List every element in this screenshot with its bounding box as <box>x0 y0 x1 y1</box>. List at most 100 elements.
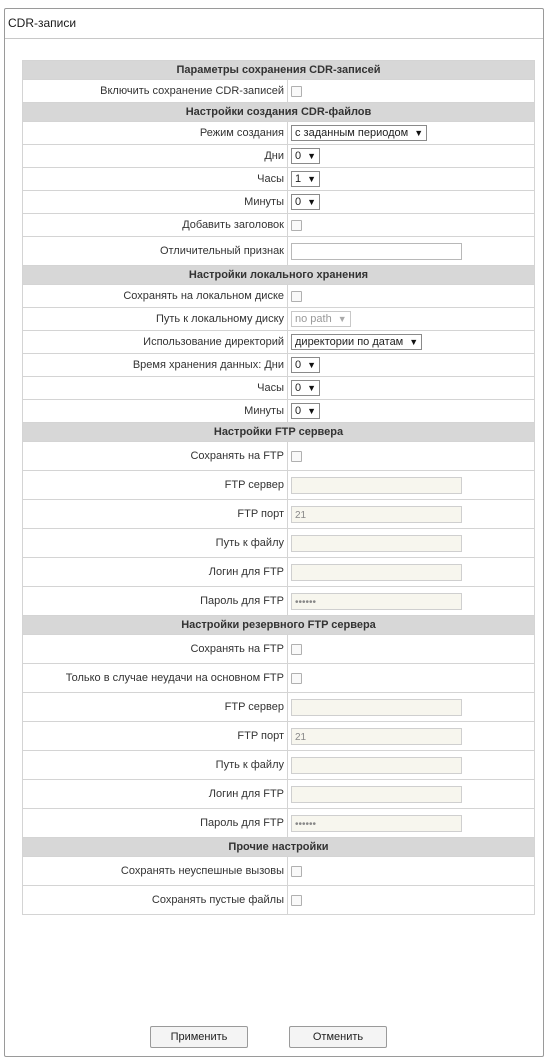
apply-button[interactable]: Применить <box>150 1026 248 1048</box>
minutes-label: Минуты <box>22 190 288 214</box>
retention-days-label: Время хранения данных: Дни <box>22 353 288 377</box>
backup-file-path-label: Путь к файлу <box>22 750 288 780</box>
sign-label: Отличительный признак <box>22 236 288 266</box>
save-failed-calls-label: Сохранять неуспешные вызовы <box>22 856 288 886</box>
ftp-server-input[interactable] <box>291 476 462 494</box>
dir-usage-label: Использование директорий <box>22 330 288 354</box>
enable-cdr-checkbox[interactable] <box>291 85 302 97</box>
local-path-label: Путь к локальному диску <box>22 307 288 331</box>
backup-save-ftp-checkbox[interactable] <box>291 643 302 655</box>
hours-label: Часы <box>22 167 288 191</box>
section-header-save-params: Параметры сохранения CDR-записей <box>22 60 535 80</box>
add-header-checkbox[interactable] <box>291 219 302 231</box>
save-ftp-label: Сохранять на FTP <box>22 441 288 471</box>
row-retention-hours: Часы 0 ▼ <box>22 376 535 400</box>
chevron-down-icon: ▼ <box>307 406 317 416</box>
row-backup-file-path: Путь к файлу <box>22 750 535 780</box>
row-save-failed-calls: Сохранять неуспешные вызовы <box>22 856 535 886</box>
panel-title: CDR-записи <box>8 16 77 30</box>
row-retention-days: Время хранения данных: Дни 0 ▼ <box>22 353 535 377</box>
row-ftp-server: FTP сервер <box>22 470 535 500</box>
row-local-path: Путь к локальному диску no path ▼ <box>22 307 535 331</box>
ftp-login-input[interactable] <box>291 563 462 581</box>
save-empty-files-label: Сохранять пустые файлы <box>22 885 288 915</box>
save-failed-calls-checkbox[interactable] <box>291 865 302 877</box>
chevron-down-icon: ▼ <box>307 151 317 161</box>
row-add-header: Добавить заголовок <box>22 213 535 237</box>
backup-ftp-port-input[interactable]: 21 <box>291 727 462 745</box>
row-backup-ftp-port: FTP порт 21 <box>22 721 535 751</box>
ftp-login-label: Логин для FTP <box>22 557 288 587</box>
only-on-fail-checkbox[interactable] <box>291 672 302 684</box>
chevron-down-icon: ▼ <box>414 128 424 138</box>
only-on-fail-label: Только в случае неудачи на основном FTP <box>22 663 288 693</box>
days-select[interactable]: 0 ▼ <box>291 148 321 164</box>
ftp-port-input[interactable]: 21 <box>291 505 462 523</box>
ftp-file-path-input[interactable] <box>291 534 462 552</box>
add-header-label: Добавить заголовок <box>22 213 288 237</box>
retention-days-select[interactable]: 0 ▼ <box>291 357 321 373</box>
retention-minutes-label: Минуты <box>22 399 288 423</box>
days-label: Дни <box>22 144 288 168</box>
ftp-server-label: FTP сервер <box>22 470 288 500</box>
save-local-checkbox[interactable] <box>291 290 302 302</box>
retention-minutes-select[interactable]: 0 ▼ <box>291 403 321 419</box>
row-ftp-port: FTP порт 21 <box>22 499 535 529</box>
backup-login-label: Логин для FTP <box>22 779 288 809</box>
row-hours: Часы 1 ▼ <box>22 167 535 191</box>
row-only-on-fail: Только в случае неудачи на основном FTP <box>22 663 535 693</box>
ftp-password-input[interactable]: •••••• <box>291 592 462 610</box>
chevron-down-icon: ▼ <box>307 174 317 184</box>
backup-login-input[interactable] <box>291 785 462 803</box>
ftp-file-path-label: Путь к файлу <box>22 528 288 558</box>
row-dir-usage: Использование директорий директории по д… <box>22 330 535 354</box>
chevron-down-icon: ▼ <box>307 197 317 207</box>
row-backup-ftp-server: FTP сервер <box>22 692 535 722</box>
row-mode: Режим создания с заданным периодом ▼ <box>22 121 535 145</box>
section-header-local-storage: Настройки локального хранения <box>22 265 535 285</box>
ftp-port-label: FTP порт <box>22 499 288 529</box>
row-save-empty-files: Сохранять пустые файлы <box>22 885 535 915</box>
row-enable-cdr: Включить сохранение CDR-записей <box>22 79 535 103</box>
backup-ftp-server-input[interactable] <box>291 698 462 716</box>
row-save-ftp: Сохранять на FTP <box>22 441 535 471</box>
chevron-down-icon: ▼ <box>307 360 317 370</box>
local-path-select[interactable]: no path ▼ <box>291 311 351 327</box>
cancel-button[interactable]: Отменить <box>289 1026 387 1048</box>
section-header-other: Прочие настройки <box>22 837 535 857</box>
row-save-local: Сохранять на локальном диске <box>22 284 535 308</box>
row-minutes: Минуты 0 ▼ <box>22 190 535 214</box>
backup-save-ftp-label: Сохранять на FTP <box>22 634 288 664</box>
row-backup-login: Логин для FTP <box>22 779 535 809</box>
title-divider <box>5 38 543 39</box>
save-empty-files-checkbox[interactable] <box>291 894 302 906</box>
section-header-ftp-server: Настройки FTP сервера <box>22 422 535 442</box>
section-header-backup-ftp: Настройки резервного FTP сервера <box>22 615 535 635</box>
backup-ftp-port-label: FTP порт <box>22 721 288 751</box>
retention-hours-select[interactable]: 0 ▼ <box>291 380 321 396</box>
chevron-down-icon: ▼ <box>337 314 347 324</box>
row-days: Дни 0 ▼ <box>22 144 535 168</box>
backup-file-path-input[interactable] <box>291 756 462 774</box>
row-backup-save-ftp: Сохранять на FTP <box>22 634 535 664</box>
save-local-label: Сохранять на локальном диске <box>22 284 288 308</box>
chevron-down-icon: ▼ <box>409 337 419 347</box>
minutes-select[interactable]: 0 ▼ <box>291 194 321 210</box>
save-ftp-checkbox[interactable] <box>291 450 302 462</box>
ftp-password-label: Пароль для FTP <box>22 586 288 616</box>
row-ftp-password: Пароль для FTP •••••• <box>22 586 535 616</box>
backup-password-label: Пароль для FTP <box>22 808 288 838</box>
backup-ftp-server-label: FTP сервер <box>22 692 288 722</box>
backup-password-input[interactable]: •••••• <box>291 814 462 832</box>
row-retention-minutes: Минуты 0 ▼ <box>22 399 535 423</box>
row-sign: Отличительный признак <box>22 236 535 266</box>
row-ftp-login: Логин для FTP <box>22 557 535 587</box>
hours-select[interactable]: 1 ▼ <box>291 171 321 187</box>
dir-usage-select[interactable]: директории по датам ▼ <box>291 334 423 350</box>
row-ftp-file-path: Путь к файлу <box>22 528 535 558</box>
section-header-file-settings: Настройки создания CDR-файлов <box>22 102 535 122</box>
sign-input[interactable] <box>291 242 462 260</box>
retention-hours-label: Часы <box>22 376 288 400</box>
enable-cdr-label: Включить сохранение CDR-записей <box>22 79 288 103</box>
mode-select[interactable]: с заданным периодом ▼ <box>291 125 428 141</box>
